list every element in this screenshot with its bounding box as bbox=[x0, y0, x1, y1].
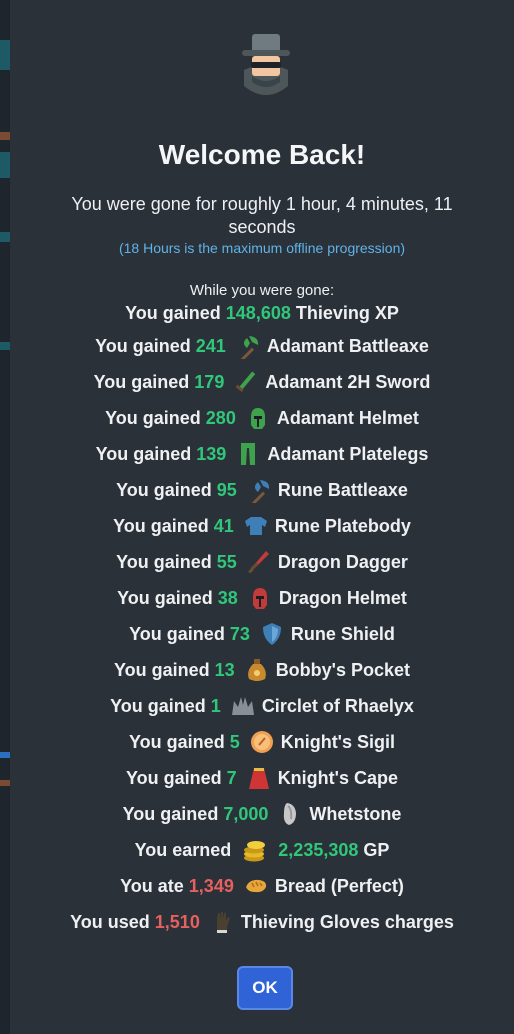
item-amount: 55 bbox=[216, 551, 237, 572]
row-prefix: You gained bbox=[125, 302, 221, 323]
thief-avatar-icon bbox=[238, 30, 294, 100]
item-name: Dragon Dagger bbox=[277, 551, 408, 572]
item-amount: 41 bbox=[213, 515, 234, 536]
consumed-row: You ate 1,349 Bread (Perfect) bbox=[10, 868, 514, 904]
item-row: You gained 38 Dragon Helmet bbox=[10, 580, 514, 616]
item-name: Adamant Helmet bbox=[276, 407, 419, 428]
item-amount: 179 bbox=[194, 371, 225, 392]
item-name: Circlet of Rhaelyx bbox=[261, 695, 414, 716]
item-row: You gained 139 Adamant Platelegs bbox=[10, 436, 514, 472]
item-row: You gained 55 Dragon Dagger bbox=[10, 544, 514, 580]
row-prefix: You gained bbox=[95, 335, 191, 356]
row-prefix: You used bbox=[70, 911, 150, 932]
pouch-icon bbox=[244, 657, 270, 683]
row-prefix: You gained bbox=[129, 731, 225, 752]
xp-amount: 148,608 bbox=[225, 302, 291, 323]
item-name: Whetstone bbox=[309, 803, 402, 824]
modal-title: Welcome Back! bbox=[158, 139, 366, 170]
battleaxe-icon bbox=[235, 333, 261, 359]
item-amount: 280 bbox=[205, 407, 236, 428]
while-gone-heading: While you were gone: bbox=[189, 282, 335, 299]
time-away-text: You were gone for roughly 1 hour, 4 minu… bbox=[71, 194, 453, 237]
row-prefix: You earned bbox=[134, 839, 232, 860]
battleaxe-icon bbox=[246, 477, 272, 503]
row-prefix: You gained bbox=[117, 587, 213, 608]
item-amount: 7 bbox=[226, 767, 237, 788]
background-page-edge bbox=[0, 0, 10, 1034]
item-name: Rune Shield bbox=[290, 623, 395, 644]
ok-button[interactable]: OK bbox=[237, 966, 293, 1010]
item-name: Knight's Sigil bbox=[280, 731, 395, 752]
cape-icon bbox=[246, 765, 272, 791]
item-row: You gained 5 Knight's Sigil bbox=[10, 724, 514, 760]
consumed-amount: 1,510 bbox=[154, 911, 200, 932]
item-row: You gained 73 Rune Shield bbox=[10, 616, 514, 652]
xp-row: You gained 148,608 Thieving XP bbox=[10, 298, 514, 328]
whetstone-icon bbox=[277, 801, 303, 827]
item-row: You gained 7,000 Whetstone bbox=[10, 796, 514, 832]
gp-amount: 2,235,308 bbox=[278, 839, 359, 860]
item-row: You gained 241 Adamant Battleaxe bbox=[10, 328, 514, 364]
platelegs-icon bbox=[235, 441, 261, 467]
gloves-icon bbox=[209, 909, 235, 935]
item-name: Adamant Battleaxe bbox=[266, 335, 429, 356]
item-name: Rune Platebody bbox=[274, 515, 411, 536]
item-name: Adamant Platelegs bbox=[267, 443, 429, 464]
helmet-icon bbox=[245, 405, 271, 431]
shield-icon bbox=[259, 621, 285, 647]
coins-icon bbox=[241, 837, 267, 863]
row-prefix: You gained bbox=[95, 443, 192, 464]
item-row: You gained 1 Circlet of Rhaelyx bbox=[10, 688, 514, 724]
item-amount: 5 bbox=[229, 731, 240, 752]
row-prefix: You gained bbox=[110, 695, 206, 716]
consumed-row: You used 1,510 Thieving Gloves charges bbox=[10, 904, 514, 940]
consumed-name: Bread (Perfect) bbox=[274, 875, 404, 896]
platebody-icon bbox=[243, 513, 269, 539]
row-prefix: You ate bbox=[120, 875, 184, 896]
item-amount: 241 bbox=[195, 335, 226, 356]
crown-icon bbox=[230, 693, 256, 719]
item-row: You gained 7 Knight's Cape bbox=[10, 760, 514, 796]
item-amount: 7,000 bbox=[223, 803, 269, 824]
item-amount: 13 bbox=[214, 659, 235, 680]
item-name: Knight's Cape bbox=[277, 767, 398, 788]
item-row: You gained 41 Rune Platebody bbox=[10, 508, 514, 544]
item-amount: 139 bbox=[196, 443, 227, 464]
item-name: Rune Battleaxe bbox=[277, 479, 408, 500]
gp-row: You earned 2,235,308 GP bbox=[10, 832, 514, 868]
row-prefix: You gained bbox=[113, 659, 210, 680]
row-prefix: You gained bbox=[116, 479, 212, 500]
item-amount: 1 bbox=[210, 695, 221, 716]
item-row: You gained 95 Rune Battleaxe bbox=[10, 472, 514, 508]
sigil-icon bbox=[249, 729, 275, 755]
helmet-icon bbox=[247, 585, 273, 611]
dagger-icon bbox=[246, 549, 272, 575]
row-prefix: You gained bbox=[116, 551, 212, 572]
rewards-list: You gained 148,608 Thieving XP You gaine… bbox=[10, 298, 514, 940]
row-prefix: You gained bbox=[129, 623, 225, 644]
row-prefix: You gained bbox=[122, 803, 219, 824]
row-prefix: You gained bbox=[113, 515, 209, 536]
bread-icon bbox=[243, 873, 269, 899]
item-amount: 73 bbox=[229, 623, 250, 644]
item-name: Adamant 2H Sword bbox=[265, 371, 431, 392]
item-row: You gained 179 Adamant 2H Sword bbox=[10, 364, 514, 400]
consumed-name: Thieving Gloves charges bbox=[240, 911, 454, 932]
xp-skill-label: Thieving XP bbox=[295, 302, 399, 323]
max-offline-note: (18 Hours is the maximum offline progres… bbox=[118, 240, 406, 256]
item-amount: 95 bbox=[216, 479, 237, 500]
item-amount: 38 bbox=[217, 587, 238, 608]
sword-icon bbox=[233, 369, 259, 395]
item-row: You gained 280 Adamant Helmet bbox=[10, 400, 514, 436]
row-prefix: You gained bbox=[126, 767, 222, 788]
row-prefix: You gained bbox=[93, 371, 190, 392]
item-name: Dragon Helmet bbox=[278, 587, 407, 608]
item-row: You gained 13 Bobby's Pocket bbox=[10, 652, 514, 688]
consumed-amount: 1,349 bbox=[188, 875, 234, 896]
item-name: Bobby's Pocket bbox=[275, 659, 411, 680]
row-prefix: You gained bbox=[105, 407, 201, 428]
gp-label: GP bbox=[363, 839, 390, 860]
welcome-back-modal: Welcome Back! You were gone for roughly … bbox=[10, 0, 514, 1034]
